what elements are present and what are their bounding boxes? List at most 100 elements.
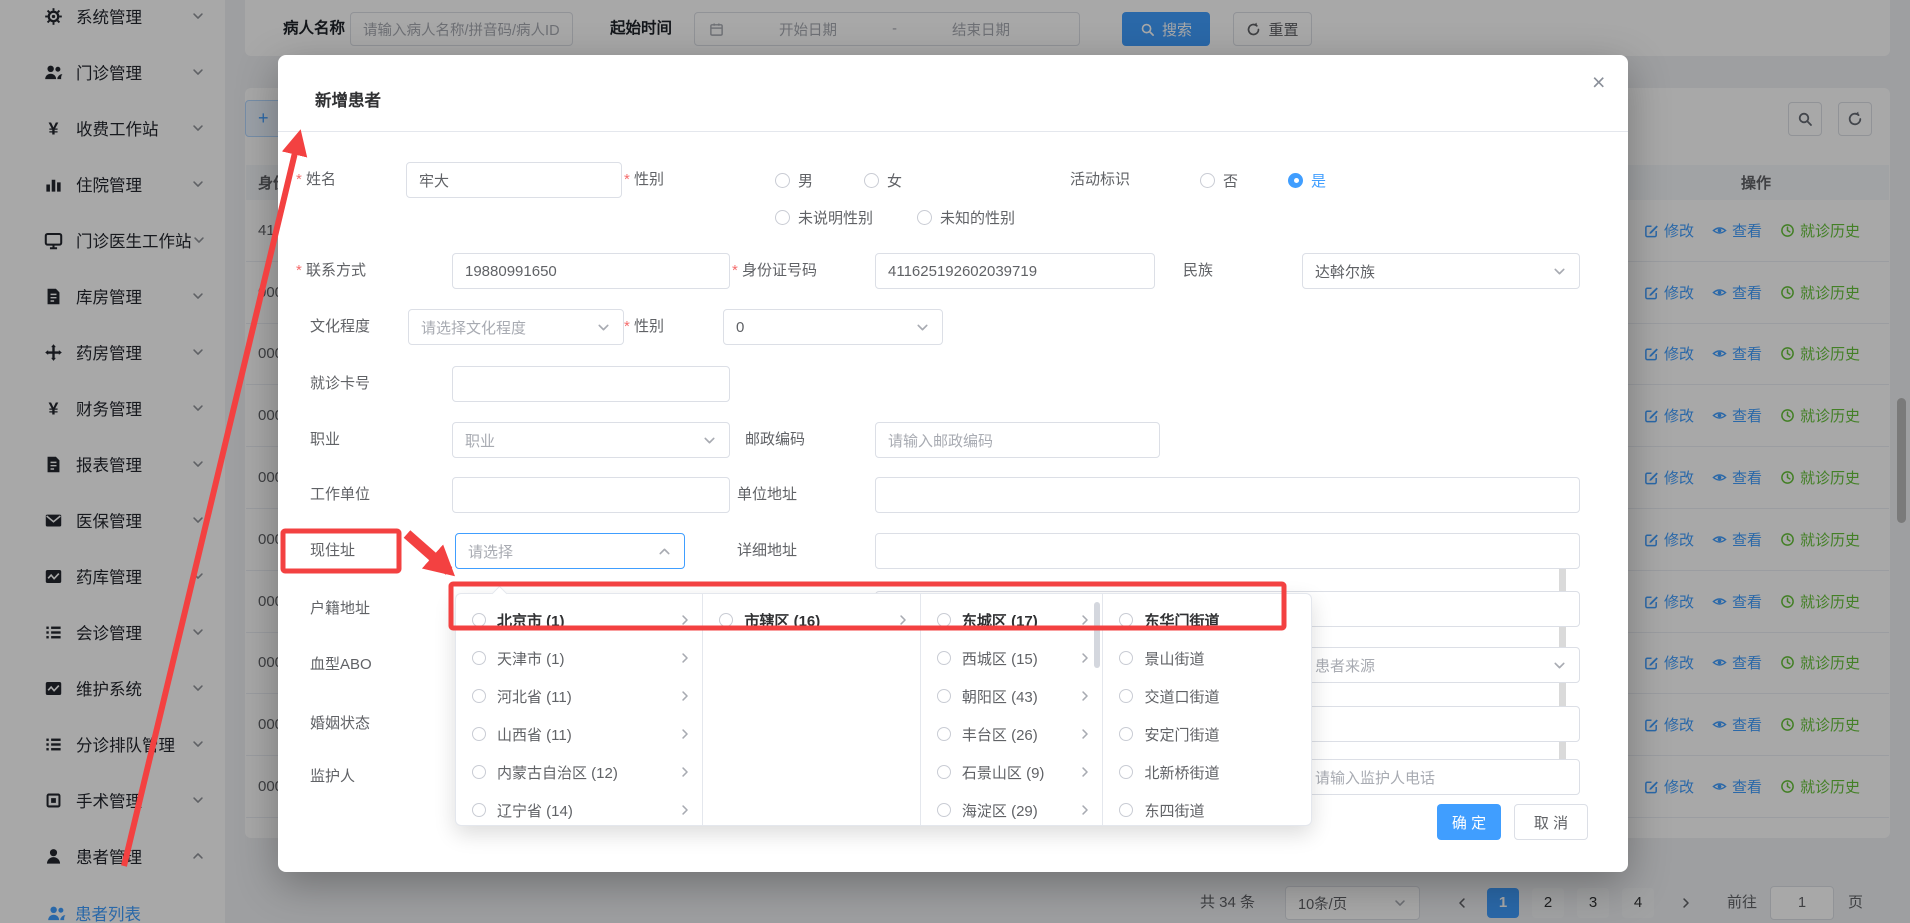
- detail-address-label: 详细地址: [737, 533, 797, 569]
- cascader-province-option[interactable]: 河北省 (11): [456, 677, 702, 715]
- active-no-radio[interactable]: 否: [1200, 162, 1238, 198]
- radio-icon: [472, 803, 486, 817]
- active-no-label: 否: [1223, 170, 1238, 191]
- cascader-street-option[interactable]: 北新桥街道: [1103, 753, 1311, 791]
- ethnic-value: 达斡尔族: [1315, 261, 1375, 282]
- cascader-province-option[interactable]: 天津市 (1): [456, 639, 702, 677]
- cancel-button[interactable]: 取 消: [1514, 804, 1588, 840]
- radio-icon: [1119, 765, 1133, 779]
- cascader-province-option[interactable]: 辽宁省 (14): [456, 791, 702, 825]
- radio-icon: [1119, 689, 1133, 703]
- chevron-down-icon: [1552, 264, 1567, 279]
- radio-icon: [472, 651, 486, 665]
- cascader-district-option[interactable]: 丰台区 (26): [921, 715, 1103, 753]
- cascader-street-option[interactable]: 安定门街道: [1103, 715, 1311, 753]
- gender-unknown-radio[interactable]: 未知的性别: [917, 199, 1015, 235]
- card-number-label: 就诊卡号: [310, 366, 370, 402]
- card-number-input[interactable]: [452, 366, 730, 402]
- option-label: 辽宁省 (14): [497, 800, 678, 821]
- employer-input[interactable]: [452, 477, 730, 513]
- radio-icon: [1119, 727, 1133, 741]
- chevron-down-icon: [1552, 658, 1567, 673]
- postcode-placeholder: 请输入邮政编码: [888, 430, 993, 451]
- contact-input[interactable]: 19880991650: [452, 253, 730, 289]
- employer-address-input[interactable]: [875, 477, 1580, 513]
- guardian-label: 监护人: [310, 759, 355, 795]
- cascader-district-option[interactable]: 海淀区 (29): [921, 791, 1103, 825]
- gender2-select[interactable]: 0: [723, 309, 943, 345]
- cascader-street-option[interactable]: 景山街道: [1103, 639, 1311, 677]
- app-window: 系统管理 门诊管理 收费工作站 住院管理 门诊医生工作站 库房管理: [0, 0, 1910, 923]
- active-yes-radio[interactable]: 是: [1288, 162, 1326, 198]
- cascader-street-option[interactable]: 交道口街道: [1103, 677, 1311, 715]
- idcard-value: 411625192602039719: [888, 263, 1037, 280]
- postcode-label: 邮政编码: [745, 422, 805, 458]
- detail-address-input[interactable]: [875, 533, 1580, 569]
- radio-icon: [937, 727, 951, 741]
- option-label: 景山街道: [1144, 648, 1301, 669]
- ethnic-label: 民族: [1183, 253, 1213, 289]
- option-label: 海淀区 (29): [962, 800, 1079, 821]
- education-placeholder: 请选择文化程度: [421, 317, 526, 338]
- cascader-district-option[interactable]: 东城区 (17): [921, 601, 1103, 639]
- chevron-right-icon: [1078, 803, 1092, 817]
- chevron-right-icon: [1078, 613, 1092, 627]
- option-label: 内蒙古自治区 (12): [497, 762, 678, 783]
- gender-male-radio[interactable]: 男: [775, 162, 813, 198]
- option-label: 丰台区 (26): [962, 724, 1079, 745]
- cascader-province-column: 北京市 (1) 天津市 (1) 河北省 (11) 山西省 (11) 内蒙古自治区…: [456, 594, 702, 825]
- radio-icon: [719, 613, 733, 627]
- gender-female-radio[interactable]: 女: [864, 162, 902, 198]
- radio-icon: [937, 613, 951, 627]
- idcard-label: 身份证号码: [732, 253, 817, 289]
- chevron-right-icon: [1078, 727, 1092, 741]
- name-value: 牢大: [419, 170, 449, 191]
- patient-source-select[interactable]: 患者来源: [1302, 647, 1580, 683]
- radio-icon: [937, 803, 951, 817]
- cascader-street-option[interactable]: 东四街道: [1103, 791, 1311, 825]
- option-label: 安定门街道: [1144, 724, 1301, 745]
- option-label: 石景山区 (9): [962, 762, 1079, 783]
- guardian-phone-placeholder: 请输入监护人电话: [1315, 767, 1435, 788]
- current-address-placeholder: 请选择: [468, 541, 513, 562]
- cascader-province-option[interactable]: 北京市 (1): [456, 601, 702, 639]
- confirm-button[interactable]: 确 定: [1437, 804, 1501, 840]
- guardian-phone-input[interactable]: 请输入监护人电话: [1302, 759, 1580, 795]
- cascader-district-column: 东城区 (17) 西城区 (15) 朝阳区 (43) 丰台区 (26) 石景山区…: [920, 594, 1103, 825]
- address-cascader-dropdown: 北京市 (1) 天津市 (1) 河北省 (11) 山西省 (11) 内蒙古自治区…: [455, 593, 1312, 826]
- cascader-city-option[interactable]: 市辖区 (16): [703, 601, 919, 639]
- cascader-province-option[interactable]: 内蒙古自治区 (12): [456, 753, 702, 791]
- occupation-select[interactable]: 职业: [452, 422, 730, 458]
- chevron-right-icon: [1078, 651, 1092, 665]
- education-select[interactable]: 请选择文化程度: [408, 309, 624, 345]
- postcode-input[interactable]: 请输入邮政编码: [875, 422, 1160, 458]
- chevron-down-icon: [596, 320, 611, 335]
- chevron-right-icon: [678, 727, 692, 741]
- column-scrollbar[interactable]: [1094, 602, 1100, 668]
- chevron-right-icon: [678, 689, 692, 703]
- chevron-down-icon: [702, 433, 717, 448]
- gender2-value: 0: [736, 319, 744, 336]
- name-input[interactable]: 牢大: [406, 162, 622, 198]
- radio-icon: [775, 173, 790, 188]
- chevron-right-icon: [678, 765, 692, 779]
- cascader-province-option[interactable]: 山西省 (11): [456, 715, 702, 753]
- chevron-up-icon: [657, 544, 672, 559]
- radio-checked-icon: [1288, 173, 1303, 188]
- radio-icon: [917, 210, 932, 225]
- chevron-right-icon: [1078, 765, 1092, 779]
- close-icon[interactable]: ×: [1592, 71, 1605, 94]
- cascader-district-option[interactable]: 石景山区 (9): [921, 753, 1103, 791]
- radio-icon: [937, 651, 951, 665]
- cascader-district-option[interactable]: 西城区 (15): [921, 639, 1103, 677]
- current-address-cascader[interactable]: 请选择: [455, 533, 685, 569]
- radio-icon: [937, 765, 951, 779]
- ethnic-select[interactable]: 达斡尔族: [1302, 253, 1580, 289]
- option-label: 北京市 (1): [497, 610, 678, 631]
- idcard-input[interactable]: 411625192602039719: [875, 253, 1155, 289]
- cascader-district-option[interactable]: 朝阳区 (43): [921, 677, 1103, 715]
- chevron-right-icon: [678, 803, 692, 817]
- gender-unspecified-radio[interactable]: 未说明性别: [775, 199, 873, 235]
- marital-status-label: 婚姻状态: [310, 706, 370, 742]
- cascader-street-option[interactable]: 东华门街道: [1103, 601, 1311, 639]
